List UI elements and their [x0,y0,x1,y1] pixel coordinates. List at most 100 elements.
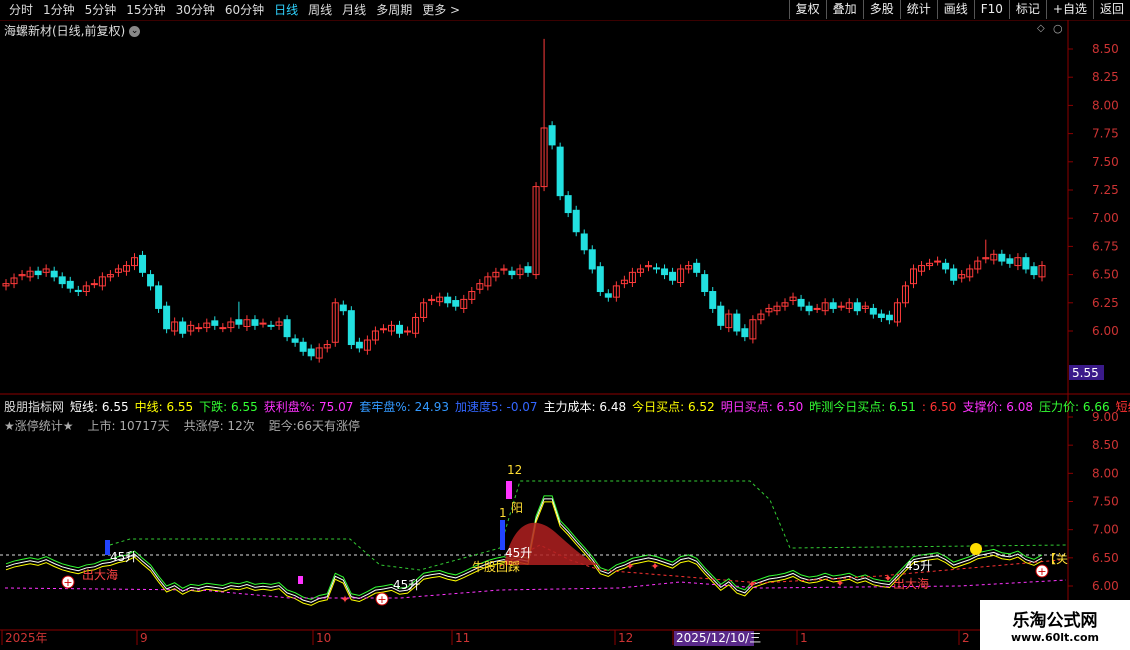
butterfly-icon-2: ✦ [650,560,659,573]
lower-label-1: 8.50 [1092,438,1119,452]
candle-body-117 [942,262,950,270]
candle-body-70 [564,195,572,214]
price-label-8: 6.50 [1092,268,1119,282]
candle-body-63 [508,270,516,276]
candle-body-91 [733,313,741,332]
indicator-value-10: 昨测今日买点: 6.51 [809,400,916,414]
watermark-title: 乐淘公式网 [1012,611,1098,631]
indicator-value-1: 短线: 6.55 [70,400,129,414]
candle-body-33 [267,324,275,327]
candle-body-100 [805,305,813,312]
candle-body-29 [235,319,243,325]
lower-label-5: 6.50 [1092,551,1119,565]
date-label-6: 1 [800,631,808,645]
candle-body-125 [1006,258,1014,264]
price-label-9: 6.25 [1092,296,1119,310]
candle-body-69 [556,146,564,197]
candle-body-65 [524,266,532,273]
candle-body-56 [452,300,460,307]
candle-body-44 [355,341,363,349]
candle-body-24 [195,327,203,330]
candle-body-8 [66,280,74,289]
candle-body-20 [163,305,171,330]
candle-body-4 [34,270,42,276]
butterfly-icon-5: ✦ [883,572,892,585]
bar-magenta-left [298,576,303,584]
label-45-b: 45升 [505,546,532,560]
indicator-value-11: : 6.50 [921,400,957,414]
candle-body-101 [813,307,821,310]
candle-body-72 [580,233,588,251]
candle-body-11 [90,283,98,286]
indicator-values-bar: 股朋指标网 短线: 6.55 中线: 6.55 下跌: 6.55 获利盘%: 75.07… [4,398,1130,415]
indicator-value-2: 中线: 6.55 [134,400,194,414]
butterfly-icon-4: ✦ [835,577,844,590]
price-label-3: 7.75 [1092,127,1119,141]
candles-group [2,38,1046,363]
butterfly-icon-3: ✦ [747,578,756,591]
kline-chart[interactable]: 8.50 8.25 8.00 7.75 7.50 7.25 7.00 6.75 6.50 6.25… [0,0,1130,650]
candle-body-47 [379,328,387,331]
candle-body-118 [950,268,958,281]
date-label-5: 2025/12/10/三 [676,631,761,645]
indicator-value-3: 下跌: 6.55 [199,400,258,414]
label-45-a: 45升 [110,550,137,564]
stat-2: 共涨停: 12次 [183,419,255,433]
price-label-10: 6.00 [1092,324,1119,338]
butterfly-icon-0: ✦ [340,593,349,606]
price-label-2: 8.00 [1092,98,1119,112]
candle-body-55 [444,296,452,304]
candle-body-36 [291,338,299,343]
candle-body-128 [1030,266,1038,276]
dashed-pressure [109,480,1067,571]
candle-body-22 [179,321,187,334]
price-label-6: 7.00 [1092,211,1119,225]
stat-1: 上市: 10717天 [87,419,170,433]
date-label-2: 10 [316,631,331,645]
candle-body-106 [853,302,861,312]
indicator-value-6: 加速度5: -0.07 [455,400,538,414]
candle-body-37 [299,341,307,352]
candle-body-87 [701,274,709,293]
candle-body-68 [548,125,556,146]
candle-body-74 [596,266,604,293]
candle-body-50 [404,330,412,333]
price-label-5: 7.25 [1092,183,1119,197]
candle-body-43 [347,310,355,346]
candle-body-38 [307,348,315,357]
date-label-7: 2 [962,631,970,645]
candle-body-92 [741,328,749,338]
plus-sign-2: + [1037,565,1046,578]
bar-magenta-top [506,481,512,499]
indicator-value-12: 支撑价: 6.08 [962,400,1034,414]
candle-body-27 [219,327,227,330]
date-label-0: 2025年 [5,631,48,645]
candle-body-32 [259,322,267,325]
candle-body-81 [653,267,661,270]
price-label-4: 7.50 [1092,155,1119,169]
indicator-value-9: 明日买点: 6.50 [720,400,804,414]
label-yang: 阳 [511,501,523,515]
butterfly-icon-1: ✦ [625,560,634,573]
candle-body-35 [283,319,291,338]
label-sea-2: 出大海 [893,576,929,591]
date-label-1: 9 [140,631,148,645]
candle-body-7 [58,276,66,285]
candle-body-88 [709,291,717,309]
label-45-c: 45升 [393,578,420,592]
price-label-1: 8.25 [1092,70,1119,84]
indicator-value-7: 主力成本: 6.48 [543,400,627,414]
price-label-0: 8.50 [1092,42,1119,56]
lower-label-4: 7.00 [1092,523,1119,537]
indicator-value-13: 压力价: 6.66 [1039,400,1110,414]
candle-body-86 [693,262,701,273]
label-bull-pullback: 牛股回踩 [472,559,520,574]
candle-body-89 [717,305,725,326]
yellow-dot [970,543,982,555]
stat-0: ★涨停统计★ [4,419,74,433]
label-12: 12 [507,463,522,477]
candle-body-75 [604,293,612,298]
label-sea-1: 出大海 [82,567,118,582]
candle-body-71 [572,209,580,233]
candle-body-19 [155,285,163,309]
